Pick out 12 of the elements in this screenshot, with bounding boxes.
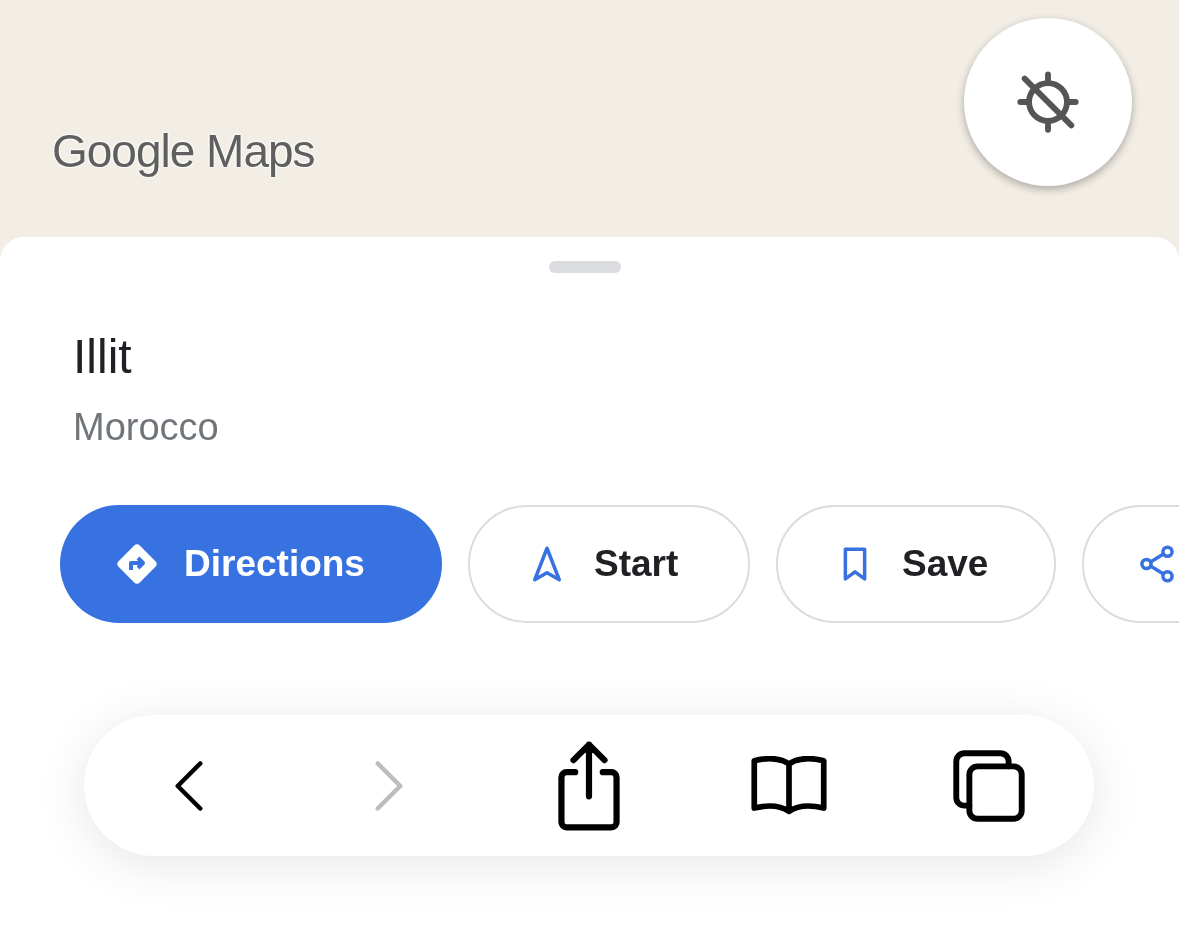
place-name: Illit [73, 329, 133, 384]
save-button[interactable]: Save [776, 505, 1056, 623]
share-icon [558, 740, 620, 831]
book-icon [751, 755, 827, 816]
tabs-icon [953, 749, 1025, 822]
start-button[interactable]: Start [468, 505, 750, 623]
place-country: Morocco [73, 406, 220, 449]
chevron-left-icon [175, 760, 203, 811]
map-logo: Google Maps [52, 124, 315, 178]
drag-handle[interactable] [548, 261, 621, 273]
chevron-right-icon [375, 760, 403, 811]
directions-button[interactable]: Directions [60, 505, 442, 623]
